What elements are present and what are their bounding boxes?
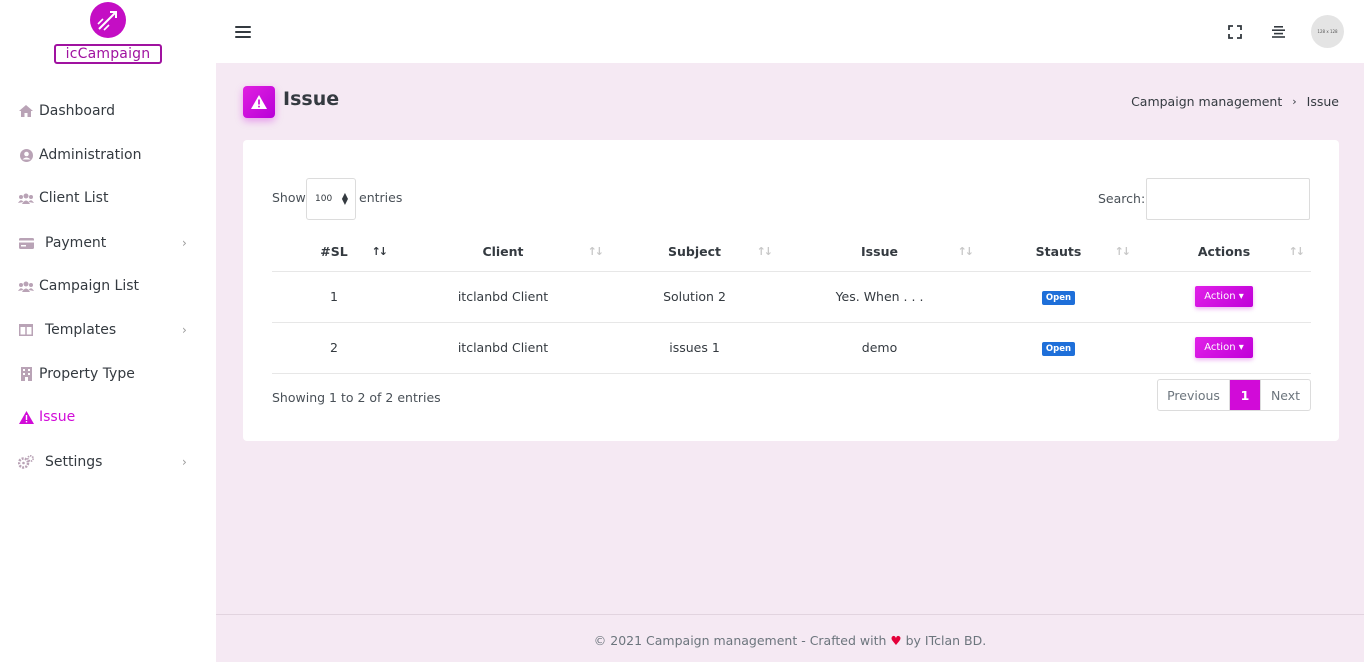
show-label: Show (272, 190, 306, 205)
status-badge: Open (1041, 342, 1076, 356)
home-icon (18, 103, 34, 119)
cell-issue: Yes. When . . . (779, 271, 980, 323)
sidebar-item-label: Administration (39, 147, 142, 163)
sidebar-item-templates[interactable]: Templates › (0, 315, 216, 345)
search-label: Search: (1098, 191, 1146, 206)
align-center-icon[interactable] (1272, 26, 1285, 38)
next-page-button[interactable]: Next (1260, 380, 1310, 410)
sort-icon: ↑↓ (587, 245, 605, 258)
breadcrumb-separator-icon: › (1292, 95, 1297, 108)
menu-toggle-icon[interactable] (235, 26, 251, 38)
cell-issue: demo (779, 322, 980, 374)
cell-sl: 1 (272, 271, 396, 323)
sidebar-item-payment[interactable]: Payment › (0, 228, 216, 258)
columns-icon (18, 322, 34, 338)
sidebar-item-label: Property Type (39, 366, 135, 382)
breadcrumb: Campaign management › Issue (1131, 94, 1339, 109)
building-icon (18, 366, 34, 382)
page-size-value: 100 (315, 194, 333, 204)
sort-icon: ↑↓ (1114, 245, 1132, 258)
table-row: 2 itclanbd Client issues 1 demo Open Act… (272, 322, 1311, 374)
previous-page-button[interactable]: Previous (1158, 380, 1230, 410)
sort-icon: ↑↓ (756, 245, 774, 258)
table-info: Showing 1 to 2 of 2 entries (272, 390, 441, 405)
footer-text: © 2021 Campaign management - Crafted wit… (593, 633, 887, 648)
warning-icon (18, 409, 34, 425)
entries-label: entries (359, 190, 403, 205)
users-icon (18, 278, 34, 294)
avatar[interactable]: 128 x 128 (1311, 15, 1344, 48)
sidebar-item-label: Client List (39, 190, 109, 206)
cell-subject: issues 1 (610, 322, 779, 374)
cell-actions: Action ▾ (1137, 271, 1311, 323)
sidebar: icCampaign Dashboard Administration Clie… (0, 0, 216, 662)
status-badge: Open (1041, 291, 1076, 305)
page-warning-icon (243, 86, 275, 118)
table-header-row: #SL ↑↓ Client ↑↓ Subject ↑↓ Issue ↑↓ Stauts ↑… (272, 233, 1311, 272)
sidebar-item-label: Dashboard (39, 103, 115, 119)
sidebar-item-issue[interactable]: Issue (0, 402, 216, 432)
page-1-button[interactable]: 1 (1230, 380, 1260, 410)
user-circle-icon (18, 147, 34, 163)
cell-status: Open (980, 322, 1137, 374)
caret-down-icon: ▾ (1238, 291, 1244, 302)
cogs-icon (18, 454, 34, 470)
column-header-status[interactable]: Stauts ↑↓ (980, 233, 1137, 272)
fullscreen-icon[interactable] (1228, 25, 1242, 39)
sidebar-item-label: Campaign List (39, 278, 140, 294)
breadcrumb-parent[interactable]: Campaign management (1131, 94, 1282, 109)
users-icon (18, 190, 34, 206)
cell-status: Open (980, 271, 1137, 323)
breadcrumb-current: Issue (1306, 94, 1339, 109)
page-title: Issue (283, 88, 340, 110)
sidebar-item-administration[interactable]: Administration (0, 140, 216, 170)
cell-client: itclanbd Client (396, 322, 610, 374)
logo-rocket-icon (90, 2, 126, 38)
caret-down-icon: ▾ (1238, 342, 1244, 353)
cell-actions: Action ▾ (1137, 322, 1311, 374)
sidebar-item-dashboard[interactable]: Dashboard (0, 96, 216, 126)
footer: © 2021 Campaign management - Crafted wit… (216, 614, 1364, 662)
topbar: 128 x 128 (216, 0, 1364, 63)
pagination: Previous 1 Next (1157, 379, 1311, 411)
cell-subject: Solution 2 (610, 271, 779, 323)
sidebar-item-label: Settings (45, 454, 103, 470)
sort-icon: ↑↓ (1288, 245, 1306, 258)
issue-table-card: Show 100 ▲ ▼ entries Search: #SL ↑↓ Client… (243, 140, 1339, 441)
logo[interactable]: icCampaign (54, 2, 162, 64)
sort-asc-icon: ↑↓ (371, 245, 389, 258)
credit-card-icon (18, 235, 34, 251)
column-header-sl[interactable]: #SL ↑↓ (272, 233, 396, 272)
sidebar-item-client-list[interactable]: Client List (0, 183, 216, 213)
issue-table: #SL ↑↓ Client ↑↓ Subject ↑↓ Issue ↑↓ Stauts ↑… (272, 233, 1311, 374)
column-header-issue[interactable]: Issue ↑↓ (779, 233, 980, 272)
chevron-right-icon: › (182, 455, 187, 469)
chevron-right-icon: › (182, 323, 187, 337)
column-header-client[interactable]: Client ↑↓ (396, 233, 610, 272)
sidebar-item-campaign-list[interactable]: Campaign List (0, 271, 216, 301)
action-dropdown-button[interactable]: Action ▾ (1195, 337, 1253, 358)
search-input[interactable] (1146, 178, 1310, 220)
column-header-actions[interactable]: Actions ↑↓ (1137, 233, 1311, 272)
sidebar-item-label: Issue (39, 409, 76, 425)
cell-client: itclanbd Client (396, 271, 610, 323)
heart-icon: ♥ (890, 633, 902, 648)
cell-sl: 2 (272, 322, 396, 374)
sidebar-item-label: Templates (45, 322, 117, 338)
action-dropdown-button[interactable]: Action ▾ (1195, 286, 1253, 307)
sidebar-item-property-type[interactable]: Property Type (0, 359, 216, 389)
page-size-select[interactable]: 100 ▲ ▼ (306, 178, 356, 220)
sidebar-item-label: Payment (45, 235, 107, 251)
sort-icon: ↑↓ (957, 245, 975, 258)
logo-text: icCampaign (54, 44, 162, 64)
table-row: 1 itclanbd Client Solution 2 Yes. When .… (272, 271, 1311, 323)
sidebar-item-settings[interactable]: Settings › (0, 447, 216, 477)
column-header-subject[interactable]: Subject ↑↓ (610, 233, 779, 272)
footer-credit: by ITclan BD. (905, 633, 987, 648)
chevron-right-icon: › (182, 236, 187, 250)
select-arrows-icon: ▲ ▼ (341, 191, 348, 206)
